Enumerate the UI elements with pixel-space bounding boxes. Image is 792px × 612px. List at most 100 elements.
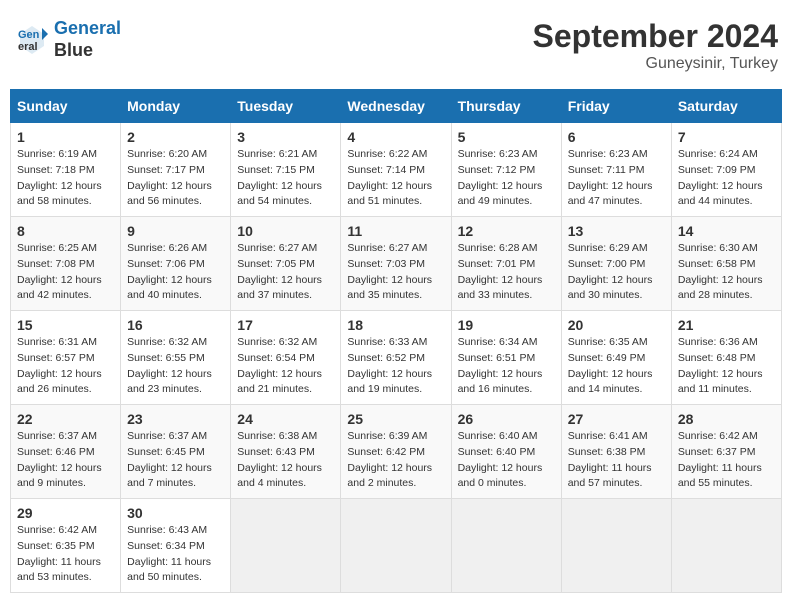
calendar-cell: 6Sunrise: 6:23 AM Sunset: 7:11 PM Daylig… — [561, 123, 671, 217]
calendar-cell: 1Sunrise: 6:19 AM Sunset: 7:18 PM Daylig… — [11, 123, 121, 217]
day-info: Sunrise: 6:26 AM Sunset: 7:06 PM Dayligh… — [127, 241, 224, 304]
calendar-week-row: 1Sunrise: 6:19 AM Sunset: 7:18 PM Daylig… — [11, 123, 782, 217]
calendar-week-row: 22 Sunrise: 6:37 AM Sunset: 6:46 PM Dayli… — [11, 405, 782, 499]
calendar-cell: 25 Sunrise: 6:39 AM Sunset: 6:42 PM Dayli… — [341, 405, 451, 499]
day-info: Sunrise: 6:31 AM Sunset: 6:57 PM Dayligh… — [17, 335, 114, 398]
day-number: 29 — [17, 505, 114, 521]
day-number: 27 — [568, 411, 665, 427]
calendar-cell: 11 Sunrise: 6:27 AM Sunset: 7:03 PM Dayli… — [341, 217, 451, 311]
calendar-cell: 28 Sunrise: 6:42 AM Sunset: 6:37 PM Dayli… — [671, 405, 781, 499]
day-info: Sunrise: 6:41 AM Sunset: 6:38 PM Dayligh… — [568, 429, 665, 492]
calendar-cell: 16 Sunrise: 6:32 AM Sunset: 6:55 PM Dayli… — [121, 311, 231, 405]
logo-line2: Blue — [54, 40, 121, 62]
calendar-table: SundayMondayTuesdayWednesdayThursdayFrid… — [10, 89, 782, 593]
day-number: 13 — [568, 223, 665, 239]
day-info: Sunrise: 6:43 AM Sunset: 6:34 PM Dayligh… — [127, 523, 224, 586]
day-info: Sunrise: 6:27 AM Sunset: 7:03 PM Dayligh… — [347, 241, 444, 304]
day-info: Sunrise: 6:35 AM Sunset: 6:49 PM Dayligh… — [568, 335, 665, 398]
day-number: 11 — [347, 223, 444, 239]
day-info: Sunrise: 6:32 AM Sunset: 6:55 PM Dayligh… — [127, 335, 224, 398]
calendar-cell: 29 Sunrise: 6:42 AM Sunset: 6:35 PM Dayli… — [11, 499, 121, 593]
day-info: Sunrise: 6:42 AM Sunset: 6:35 PM Dayligh… — [17, 523, 114, 586]
day-number: 19 — [458, 317, 555, 333]
day-number: 23 — [127, 411, 224, 427]
day-number: 28 — [678, 411, 775, 427]
calendar-cell: 5 Sunrise: 6:23 AM Sunset: 7:12 PM Daylig… — [451, 123, 561, 217]
calendar-cell: 7Sunrise: 6:24 AM Sunset: 7:09 PM Daylig… — [671, 123, 781, 217]
day-number: 20 — [568, 317, 665, 333]
day-info: Sunrise: 6:22 AM Sunset: 7:14 PM Dayligh… — [347, 147, 444, 210]
day-number: 24 — [237, 411, 334, 427]
day-info: Sunrise: 6:23 AM Sunset: 7:12 PM Dayligh… — [458, 147, 555, 210]
calendar-cell: 18Sunrise: 6:33 AM Sunset: 6:52 PM Dayli… — [341, 311, 451, 405]
day-info: Sunrise: 6:24 AM Sunset: 7:09 PM Dayligh… — [678, 147, 775, 210]
day-number: 16 — [127, 317, 224, 333]
day-number: 10 — [237, 223, 334, 239]
calendar-week-row: 8 Sunrise: 6:25 AM Sunset: 7:08 PM Daylig… — [11, 217, 782, 311]
day-number: 12 — [458, 223, 555, 239]
calendar-cell: 20 Sunrise: 6:35 AM Sunset: 6:49 PM Dayli… — [561, 311, 671, 405]
day-info: Sunrise: 6:30 AM Sunset: 6:58 PM Dayligh… — [678, 241, 775, 304]
calendar-cell — [451, 499, 561, 593]
calendar-cell: 17 Sunrise: 6:32 AM Sunset: 6:54 PM Dayli… — [231, 311, 341, 405]
calendar-cell: 22 Sunrise: 6:37 AM Sunset: 6:46 PM Dayli… — [11, 405, 121, 499]
page-header: Gen eral General Blue September 2024 Gun… — [10, 10, 782, 81]
day-info: Sunrise: 6:39 AM Sunset: 6:42 PM Dayligh… — [347, 429, 444, 492]
calendar-week-row: 15Sunrise: 6:31 AM Sunset: 6:57 PM Dayli… — [11, 311, 782, 405]
day-info: Sunrise: 6:38 AM Sunset: 6:43 PM Dayligh… — [237, 429, 334, 492]
day-number: 5 — [458, 129, 555, 145]
weekday-header-row: SundayMondayTuesdayWednesdayThursdayFrid… — [11, 90, 782, 123]
day-number: 22 — [17, 411, 114, 427]
day-number: 9 — [127, 223, 224, 239]
day-info: Sunrise: 6:37 AM Sunset: 6:45 PM Dayligh… — [127, 429, 224, 492]
day-info: Sunrise: 6:29 AM Sunset: 7:00 PM Dayligh… — [568, 241, 665, 304]
day-info: Sunrise: 6:21 AM Sunset: 7:15 PM Dayligh… — [237, 147, 334, 210]
day-info: Sunrise: 6:32 AM Sunset: 6:54 PM Dayligh… — [237, 335, 334, 398]
calendar-cell: 14 Sunrise: 6:30 AM Sunset: 6:58 PM Dayli… — [671, 217, 781, 311]
calendar-cell: 15Sunrise: 6:31 AM Sunset: 6:57 PM Dayli… — [11, 311, 121, 405]
title-block: September 2024 Guneysinir, Turkey — [533, 18, 778, 73]
day-info: Sunrise: 6:28 AM Sunset: 7:01 PM Dayligh… — [458, 241, 555, 304]
day-number: 3 — [237, 129, 334, 145]
weekday-header-sunday: Sunday — [11, 90, 121, 123]
calendar-cell — [671, 499, 781, 593]
day-info: Sunrise: 6:37 AM Sunset: 6:46 PM Dayligh… — [17, 429, 114, 492]
location-title: Guneysinir, Turkey — [533, 55, 778, 73]
calendar-week-row: 29 Sunrise: 6:42 AM Sunset: 6:35 PM Dayli… — [11, 499, 782, 593]
calendar-cell: 30 Sunrise: 6:43 AM Sunset: 6:34 PM Dayli… — [121, 499, 231, 593]
calendar-cell: 9 Sunrise: 6:26 AM Sunset: 7:06 PM Daylig… — [121, 217, 231, 311]
day-info: Sunrise: 6:27 AM Sunset: 7:05 PM Dayligh… — [237, 241, 334, 304]
calendar-cell: 19Sunrise: 6:34 AM Sunset: 6:51 PM Dayli… — [451, 311, 561, 405]
calendar-cell: 2 Sunrise: 6:20 AM Sunset: 7:17 PM Daylig… — [121, 123, 231, 217]
day-number: 21 — [678, 317, 775, 333]
day-number: 8 — [17, 223, 114, 239]
calendar-cell: 12 Sunrise: 6:28 AM Sunset: 7:01 PM Dayli… — [451, 217, 561, 311]
day-info: Sunrise: 6:25 AM Sunset: 7:08 PM Dayligh… — [17, 241, 114, 304]
weekday-header-monday: Monday — [121, 90, 231, 123]
day-number: 14 — [678, 223, 775, 239]
day-info: Sunrise: 6:42 AM Sunset: 6:37 PM Dayligh… — [678, 429, 775, 492]
logo-text: General Blue — [54, 18, 121, 61]
calendar-cell: 4Sunrise: 6:22 AM Sunset: 7:14 PM Daylig… — [341, 123, 451, 217]
day-info: Sunrise: 6:33 AM Sunset: 6:52 PM Dayligh… — [347, 335, 444, 398]
day-number: 17 — [237, 317, 334, 333]
calendar-cell — [341, 499, 451, 593]
day-info: Sunrise: 6:40 AM Sunset: 6:40 PM Dayligh… — [458, 429, 555, 492]
day-info: Sunrise: 6:20 AM Sunset: 7:17 PM Dayligh… — [127, 147, 224, 210]
weekday-header-thursday: Thursday — [451, 90, 561, 123]
calendar-cell: 27 Sunrise: 6:41 AM Sunset: 6:38 PM Dayli… — [561, 405, 671, 499]
day-number: 30 — [127, 505, 224, 521]
calendar-cell: 8 Sunrise: 6:25 AM Sunset: 7:08 PM Daylig… — [11, 217, 121, 311]
svg-text:Gen: Gen — [18, 29, 40, 41]
svg-text:eral: eral — [18, 41, 38, 53]
logo: Gen eral General Blue — [14, 18, 121, 61]
day-number: 26 — [458, 411, 555, 427]
day-number: 25 — [347, 411, 444, 427]
day-number: 1 — [17, 129, 114, 145]
calendar-cell: 21Sunrise: 6:36 AM Sunset: 6:48 PM Dayli… — [671, 311, 781, 405]
month-title: September 2024 — [533, 18, 778, 55]
logo-icon: Gen eral — [14, 22, 50, 58]
day-number: 2 — [127, 129, 224, 145]
weekday-header-saturday: Saturday — [671, 90, 781, 123]
weekday-header-tuesday: Tuesday — [231, 90, 341, 123]
